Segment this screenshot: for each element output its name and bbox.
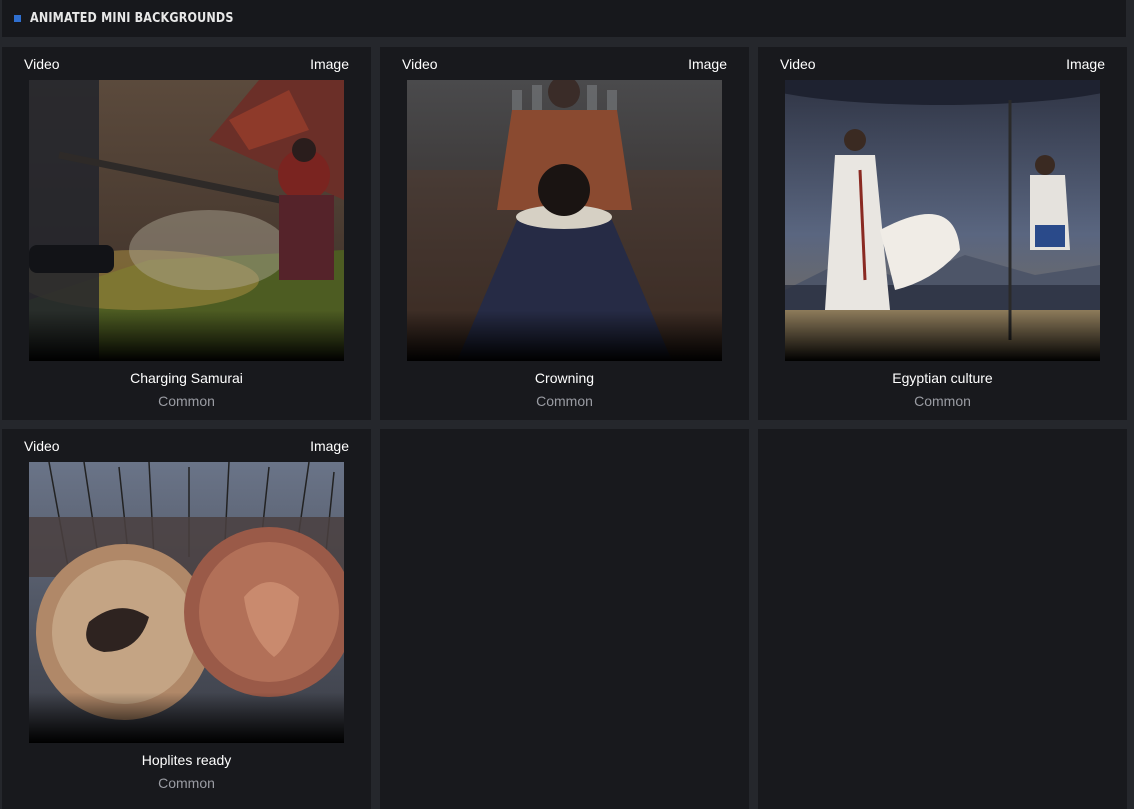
rarity-label: Common — [536, 393, 593, 409]
image-option[interactable]: Image — [688, 56, 727, 72]
background-thumbnail[interactable] — [785, 80, 1100, 361]
video-option[interactable]: Video — [780, 56, 816, 72]
empty-card-slot — [758, 429, 1127, 809]
video-option[interactable]: Video — [24, 56, 60, 72]
background-name: Crowning — [534, 370, 595, 386]
empty-card-slot — [380, 429, 749, 809]
rarity-label: Common — [914, 393, 971, 409]
image-option[interactable]: Image — [310, 56, 349, 72]
background-card: Video Image — [2, 47, 371, 420]
rarity-label: Common — [158, 775, 215, 791]
background-thumbnail[interactable] — [407, 80, 722, 361]
background-name: Egyptian culture — [892, 370, 993, 386]
background-name: Hoplites ready — [141, 752, 232, 768]
section-title: ANIMATED MINI BACKGROUNDS — [30, 11, 234, 26]
background-card: Video Image — [758, 47, 1127, 420]
image-option[interactable]: Image — [310, 438, 349, 454]
section-header: ANIMATED MINI BACKGROUNDS — [2, 0, 1126, 37]
background-thumbnail[interactable] — [29, 80, 344, 361]
background-card: Video Image — [380, 47, 749, 420]
square-bullet-icon — [14, 15, 21, 22]
video-option[interactable]: Video — [402, 56, 438, 72]
video-option[interactable]: Video — [24, 438, 60, 454]
image-option[interactable]: Image — [1066, 56, 1105, 72]
background-name: Charging Samurai — [130, 370, 243, 386]
rarity-label: Common — [158, 393, 215, 409]
background-card: Video Image — [2, 429, 371, 809]
background-thumbnail[interactable] — [29, 462, 344, 743]
